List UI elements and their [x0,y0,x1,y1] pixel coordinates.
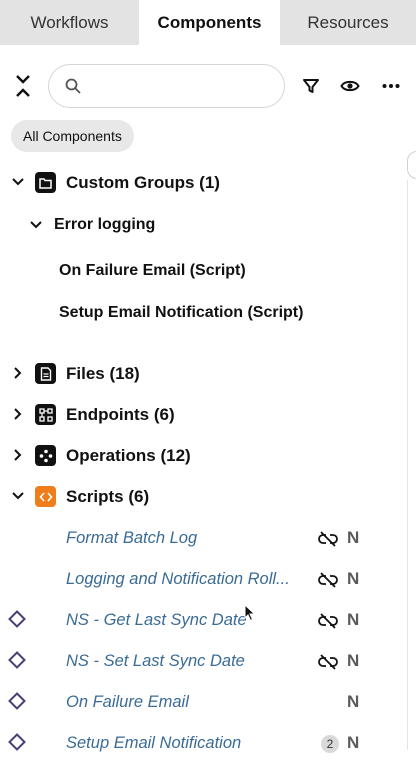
toolbar [0,64,416,108]
unlinked-icon [318,654,338,670]
tab-bar: Workflows Components Resources [0,0,416,45]
search-box [48,64,285,108]
tree-group-scripts[interactable]: Scripts (6) [0,478,406,514]
status-n-mark: N [347,569,360,588]
tree-subgroup-error-logging[interactable]: Error logging [0,207,406,243]
item-label[interactable]: On Failure Email [66,693,189,712]
tree-group-files[interactable]: Files (18) [0,355,406,391]
chevron-right-icon[interactable] [11,448,25,462]
tab-components[interactable]: Components [139,0,280,45]
operation-icon [35,445,56,466]
item-label[interactable]: Setup Email Notification [66,734,241,753]
mouse-cursor-icon [244,603,256,622]
tree-group-endpoints[interactable]: Endpoints (6) [0,396,406,432]
item-label[interactable]: Format Batch Log [66,529,197,548]
status-n-mark: N [347,651,360,670]
diamond-icon[interactable] [8,733,26,751]
group-label: Endpoints (6) [66,405,175,424]
unlinked-icon [318,613,338,629]
status-n-mark: N [347,528,360,547]
diamond-icon[interactable] [8,610,26,628]
status-n-mark: N [347,733,360,752]
scrollbar-handle[interactable] [407,151,416,179]
unlinked-icon [318,531,338,547]
chevron-down-icon[interactable] [29,218,43,232]
tree-item-setup-email-notification-script[interactable]: Setup Email Notification (Script) [0,295,406,331]
script-item-on-failure-email[interactable]: On Failure Email N [0,684,406,720]
filter-icon[interactable] [301,76,321,96]
diamond-icon[interactable] [8,692,26,710]
tree-item-on-failure-email-script[interactable]: On Failure Email (Script) [0,253,406,289]
script-item-ns-set-last-sync-date[interactable]: NS - Set Last Sync Date N [0,643,406,679]
tab-workflows[interactable]: Workflows [0,0,139,45]
tree-group-operations[interactable]: Operations (12) [0,437,406,473]
status-n-mark: N [347,692,360,711]
eye-icon[interactable] [340,76,360,96]
group-label: Files (18) [66,364,140,383]
group-label: Custom Groups (1) [66,173,220,192]
endpoint-icon [35,404,56,425]
script-item-setup-email-notification[interactable]: Setup Email Notification 2 N [0,725,406,761]
count-badge: 2 [321,735,339,753]
unlinked-icon [318,572,338,588]
all-components-chip[interactable]: All Components [11,120,134,152]
more-icon[interactable] [381,76,401,96]
chevron-down-icon[interactable] [11,175,25,189]
status-n-mark: N [347,610,360,629]
item-label: On Failure Email (Script) [59,262,246,279]
script-icon [35,486,56,507]
group-label: Scripts (6) [66,487,150,506]
chevron-right-icon[interactable] [11,407,25,421]
subgroup-label: Error logging [54,216,156,233]
script-item-logging-and-notification[interactable]: Logging and Notification Roll... N [0,561,406,597]
script-item-ns-get-last-sync-date[interactable]: NS - Get Last Sync Date N [0,602,406,638]
chevron-right-icon[interactable] [11,366,25,380]
item-label[interactable]: NS - Set Last Sync Date [66,652,245,671]
item-label[interactable]: Logging and Notification Roll... [66,570,290,589]
item-label[interactable]: NS - Get Last Sync Date [66,611,247,630]
tab-resources[interactable]: Resources [280,0,416,45]
tree-group-custom-groups[interactable]: Custom Groups (1) [0,164,406,200]
item-label: Setup Email Notification (Script) [59,304,304,321]
search-icon [65,78,81,94]
search-input[interactable] [89,75,274,99]
file-icon [35,363,56,384]
group-label: Operations (12) [66,446,191,465]
script-item-format-batch-log[interactable]: Format Batch Log N [0,520,406,556]
diamond-icon[interactable] [8,651,26,669]
scrollbar-track [407,180,408,750]
chevron-down-icon[interactable] [11,489,25,503]
folder-icon [35,172,56,193]
collapse-all-icon[interactable] [12,73,34,99]
